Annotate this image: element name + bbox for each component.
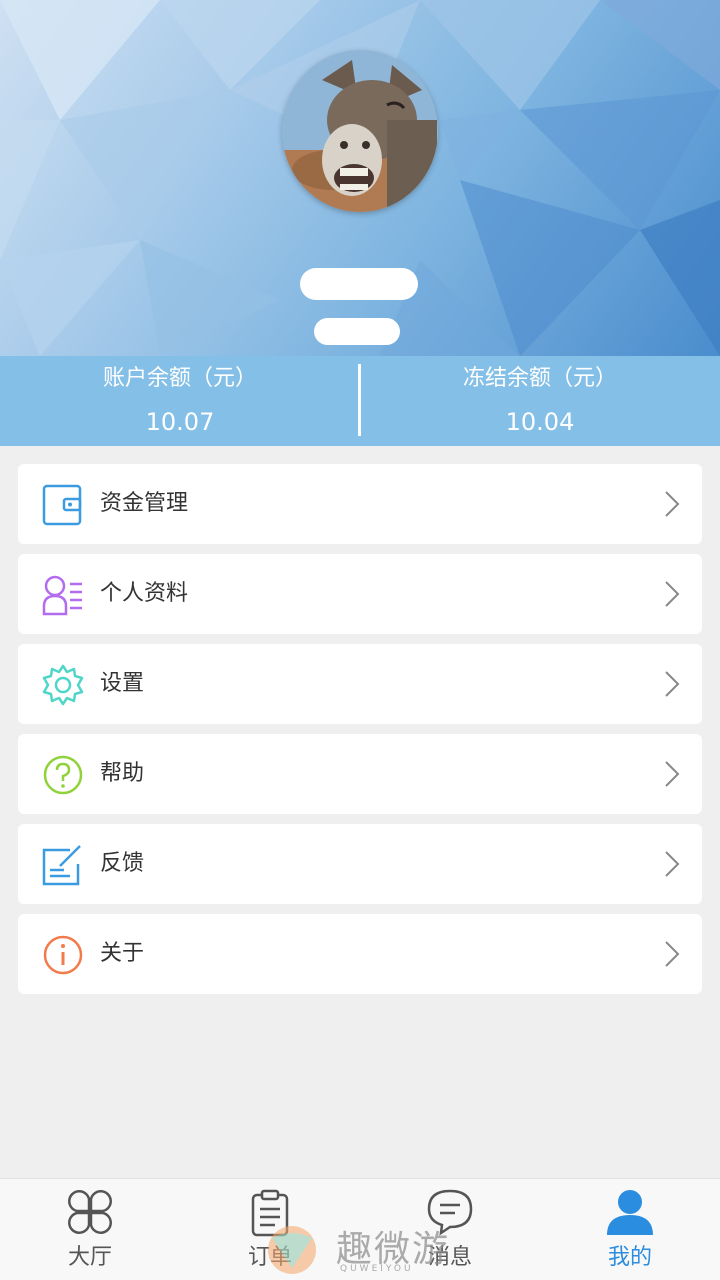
menu-item-funds[interactable]: 资金管理 xyxy=(18,464,702,544)
nav-label: 消息 xyxy=(427,1245,472,1270)
user-icon xyxy=(607,1190,653,1235)
frozen-balance-label: 冻结余额（元） xyxy=(462,366,617,391)
chevron-right-icon xyxy=(665,491,680,517)
gear-icon xyxy=(42,664,84,706)
chevron-right-icon xyxy=(665,941,680,967)
menu-item-label: 个人资料 xyxy=(100,581,189,606)
profile-list-icon xyxy=(42,575,82,616)
chevron-right-icon xyxy=(665,581,680,607)
account-balance[interactable]: 账户余额（元） 10.07 xyxy=(0,356,360,446)
wallet-icon xyxy=(42,484,82,526)
nav-tab-orders[interactable]: 订单 xyxy=(180,1179,360,1280)
nav-tab-mine[interactable]: 我的 xyxy=(540,1179,720,1280)
balance-bar: 账户余额（元） 10.07 冻结余额（元） 10.04 xyxy=(0,356,720,446)
clipboard-icon xyxy=(251,1189,289,1237)
info-circle-icon xyxy=(43,935,83,975)
menu-list: 资金管理 个人资料 设置 帮助 反馈 关于 xyxy=(18,464,702,1004)
chevron-right-icon xyxy=(665,851,680,877)
nav-label: 我的 xyxy=(607,1245,652,1270)
donkey-avatar-image xyxy=(282,50,438,212)
chevron-right-icon xyxy=(665,671,680,697)
nav-label: 订单 xyxy=(247,1245,292,1270)
username-redacted xyxy=(300,268,418,300)
frozen-balance[interactable]: 冻结余额（元） 10.04 xyxy=(360,356,720,446)
account-balance-value: 10.07 xyxy=(145,408,215,436)
menu-item-label: 关于 xyxy=(100,941,145,966)
frozen-balance-value: 10.04 xyxy=(505,408,575,436)
chevron-right-icon xyxy=(665,761,680,787)
account-balance-label: 账户余额（元） xyxy=(102,366,257,391)
question-circle-icon xyxy=(43,755,83,795)
four-leaf-grid-icon xyxy=(68,1190,112,1234)
nav-tab-hall[interactable]: 大厅 xyxy=(0,1179,180,1280)
menu-item-help[interactable]: 帮助 xyxy=(18,734,702,814)
menu-item-profile[interactable]: 个人资料 xyxy=(18,554,702,634)
nav-label: 大厅 xyxy=(67,1245,112,1270)
menu-item-label: 资金管理 xyxy=(100,491,189,516)
avatar[interactable] xyxy=(282,50,438,212)
menu-item-feedback[interactable]: 反馈 xyxy=(18,824,702,904)
balance-divider xyxy=(358,364,361,436)
nav-tab-messages[interactable]: 消息 xyxy=(360,1179,540,1280)
profile-header xyxy=(0,0,720,356)
bottom-nav: 大厅 订单 消息 我的 xyxy=(0,1178,720,1280)
chat-bubble-icon xyxy=(427,1189,473,1236)
menu-item-label: 设置 xyxy=(100,671,145,696)
user-id-redacted xyxy=(314,318,400,345)
menu-item-settings[interactable]: 设置 xyxy=(18,644,702,724)
menu-item-label: 帮助 xyxy=(100,761,145,786)
menu-item-about[interactable]: 关于 xyxy=(18,914,702,994)
edit-feedback-icon xyxy=(42,845,81,886)
menu-item-label: 反馈 xyxy=(100,851,145,876)
